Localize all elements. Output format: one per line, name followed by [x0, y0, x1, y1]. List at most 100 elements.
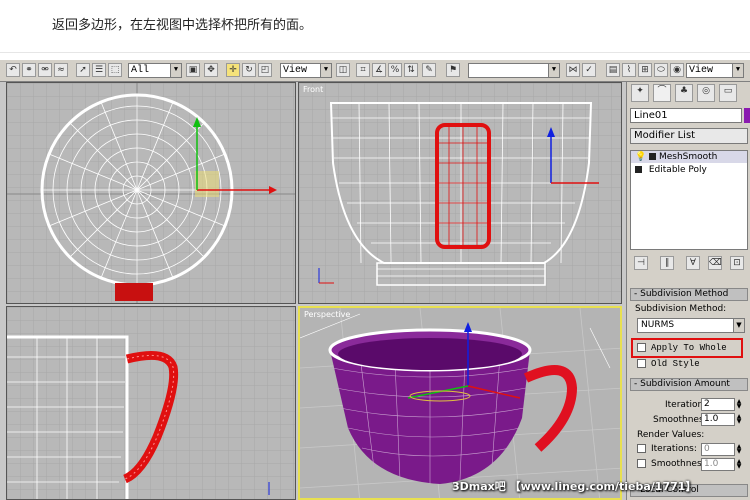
- rollout-title-subdivision-amount: Subdivision Amount: [640, 379, 730, 389]
- pin-stack-icon[interactable]: ⊣: [634, 256, 648, 270]
- configure-sets-icon[interactable]: ⊡: [730, 256, 744, 270]
- chevron-down-icon: ▼: [548, 64, 559, 77]
- checkbox-box: [637, 459, 646, 468]
- undo-icon[interactable]: ↶: [6, 63, 20, 77]
- named-selection-icon[interactable]: ✎: [422, 63, 436, 77]
- 3dsmax-window: ↶ ⚭ ⚮ ≈ ➚ ☰ ⬚ All ▼ ▣ ✥ ✛ ↻ ◰ View ▼ ◫ ⌗…: [0, 60, 750, 500]
- show-end-result-icon[interactable]: ∥: [660, 256, 674, 270]
- schematic-view-icon[interactable]: ⊞: [638, 63, 652, 77]
- subdivision-method-label: Subdivision Method:: [635, 304, 727, 314]
- select-by-name-icon[interactable]: ☰: [92, 63, 106, 77]
- subdivision-method-dropdown[interactable]: NURMS ▼: [637, 318, 745, 333]
- viewport-top[interactable]: [6, 82, 296, 304]
- scale-icon[interactable]: ◰: [258, 63, 272, 77]
- angle-snap-icon[interactable]: ∡: [372, 63, 386, 77]
- stack-item-meshsmooth[interactable]: 💡 MeshSmooth: [631, 151, 747, 163]
- top-view-drawing: [7, 83, 295, 303]
- layer-manager-icon[interactable]: ▤: [606, 63, 620, 77]
- object-color-swatch[interactable]: [744, 108, 750, 123]
- spinner-arrows-icon[interactable]: ▲ ▼: [735, 399, 743, 410]
- spinner-arrows-icon[interactable]: ▲ ▼: [735, 459, 743, 470]
- percent-snap-icon[interactable]: %: [388, 63, 402, 77]
- command-panel: ✦ ⌒ ♣ ◎ ▭ Line01 Modifier List 💡 MeshSmo…: [626, 82, 750, 500]
- selection-filter-value: All: [131, 65, 150, 76]
- expand-plus-icon[interactable]: [649, 153, 657, 160]
- viewport-label-front: Front: [303, 85, 324, 94]
- pivot-center-icon[interactable]: ◫: [336, 63, 350, 77]
- window-crossing-icon[interactable]: ▣: [186, 63, 200, 77]
- spinner-snap-icon[interactable]: ⇅: [404, 63, 418, 77]
- render-type-value: View: [689, 65, 714, 76]
- rotate-icon[interactable]: ↻: [242, 63, 256, 77]
- minus-icon: -: [634, 379, 638, 389]
- make-unique-icon[interactable]: ∀: [686, 256, 700, 270]
- link-icon[interactable]: ⚭: [22, 63, 36, 77]
- rollout-title-subdivision-method: Subdivision Method: [640, 289, 729, 299]
- unlink-icon[interactable]: ⚮: [38, 63, 52, 77]
- viewport-left[interactable]: [6, 306, 296, 500]
- lightbulb-icon[interactable]: 💡: [635, 152, 646, 162]
- apply-to-whole-checkbox[interactable]: Apply To Whole: [637, 343, 727, 353]
- select-move-icon[interactable]: ✛: [226, 63, 240, 77]
- smoothness-value: 1.0: [704, 414, 719, 424]
- iterations-value: 2: [704, 399, 710, 409]
- perspective-view-drawing: [300, 308, 620, 498]
- spinner-arrows-icon[interactable]: ▲ ▼: [735, 444, 743, 455]
- iterations-spinner[interactable]: 2 ▲ ▼: [701, 398, 741, 411]
- render-iterations-spinner[interactable]: 0 ▲ ▼: [701, 443, 741, 456]
- article-caption-area: 返回多边形，在左视图中选择杯把所有的面。: [0, 0, 750, 52]
- select-arrow-icon[interactable]: ➚: [76, 63, 90, 77]
- viewport-label-perspective: Perspective: [304, 310, 351, 319]
- material-editor-icon[interactable]: ⬭: [654, 63, 668, 77]
- viewport-front[interactable]: Front: [298, 82, 622, 304]
- separator: [0, 52, 750, 53]
- subdivision-method-value: NURMS: [641, 320, 675, 330]
- checkbox-box: [637, 359, 646, 369]
- checkbox-box: [637, 444, 646, 453]
- stack-label-meshsmooth: MeshSmooth: [658, 152, 718, 162]
- smoothness-spinner[interactable]: 1.0 ▲ ▼: [701, 413, 741, 426]
- ref-coord-value: View: [283, 65, 308, 76]
- hierarchy-tab-icon[interactable]: ♣: [675, 84, 693, 102]
- display-tab-icon[interactable]: ▭: [719, 84, 737, 102]
- spinner-arrows-icon[interactable]: ▲ ▼: [735, 414, 743, 425]
- modifier-list-dropdown[interactable]: Modifier List: [630, 128, 748, 144]
- selection-filter-dropdown[interactable]: All ▼: [128, 63, 182, 78]
- curve-editor-icon[interactable]: ⌇: [622, 63, 636, 77]
- ref-coord-dropdown[interactable]: View ▼: [280, 63, 332, 78]
- render-scene-icon[interactable]: ◉: [670, 63, 684, 77]
- create-tab-icon[interactable]: ✦: [631, 84, 649, 102]
- chevron-down-icon: ▼: [732, 64, 743, 77]
- select-move-icon-alt[interactable]: ✥: [204, 63, 218, 77]
- main-toolbar: ↶ ⚭ ⚮ ≈ ➚ ☰ ⬚ All ▼ ▣ ✥ ✛ ↻ ◰ View ▼ ◫ ⌗…: [0, 60, 750, 82]
- mirror-icon[interactable]: ⋈: [566, 63, 580, 77]
- rollout-subdivision-amount[interactable]: - Subdivision Amount: [630, 378, 748, 391]
- bind-space-warp-icon[interactable]: ≈: [54, 63, 68, 77]
- object-name-field[interactable]: Line01: [630, 108, 742, 123]
- render-iterations-value: 0: [704, 444, 710, 454]
- motion-tab-icon[interactable]: ◎: [697, 84, 715, 102]
- edit-named-sel-icon[interactable]: ⚑: [446, 63, 460, 77]
- front-view-drawing: [299, 83, 621, 303]
- stack-item-editable-poly[interactable]: Editable Poly: [631, 164, 747, 176]
- stack-controls: ⊣ ∥ ∀ ⌫ ⊡: [630, 254, 748, 274]
- expand-plus-icon[interactable]: [635, 166, 642, 173]
- render-iterations-label: Iterations:: [651, 444, 697, 454]
- old-style-checkbox[interactable]: Old Style: [637, 359, 700, 369]
- render-values-label: Render Values:: [637, 430, 705, 440]
- remove-modifier-icon[interactable]: ⌫: [708, 256, 722, 270]
- left-view-drawing: [7, 307, 295, 499]
- align-icon[interactable]: ✓: [582, 63, 596, 77]
- render-smoothness-checkbox[interactable]: Smoothness:: [637, 459, 709, 469]
- snap-toggle-icon[interactable]: ⌗: [356, 63, 370, 77]
- render-type-dropdown[interactable]: View ▼: [686, 63, 744, 78]
- render-iterations-checkbox[interactable]: Iterations:: [637, 444, 697, 454]
- render-smoothness-spinner[interactable]: 1.0 ▲ ▼: [701, 458, 741, 471]
- viewport-perspective[interactable]: Perspective: [298, 306, 622, 500]
- modifier-stack: 💡 MeshSmooth Editable Poly: [630, 150, 748, 250]
- region-select-icon[interactable]: ⬚: [108, 63, 122, 77]
- rollout-subdivision-method[interactable]: - Subdivision Method: [630, 288, 748, 301]
- modify-tab-icon[interactable]: ⌒: [653, 84, 671, 102]
- render-smoothness-value: 1.0: [704, 459, 719, 469]
- named-selection-dropdown[interactable]: ▼: [468, 63, 560, 78]
